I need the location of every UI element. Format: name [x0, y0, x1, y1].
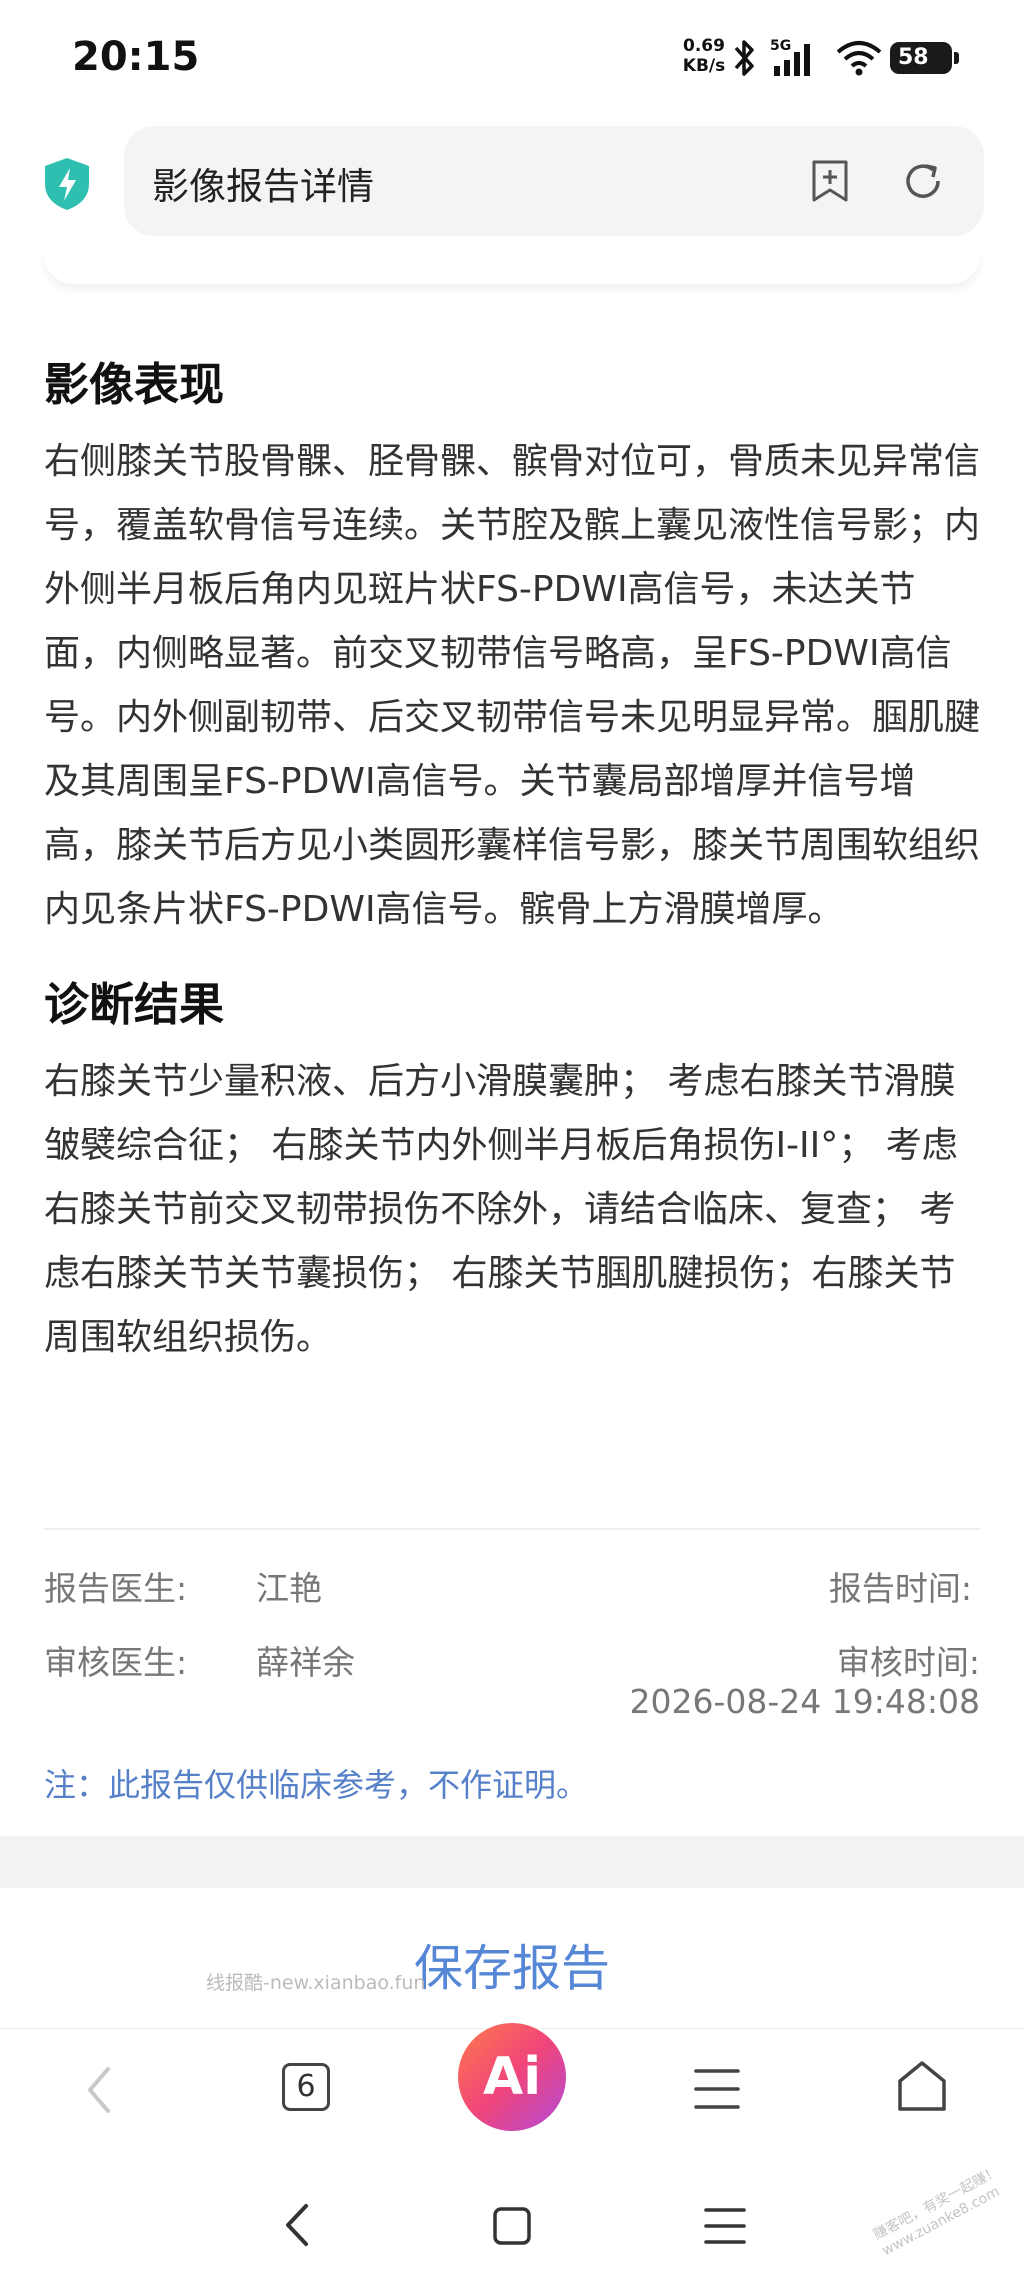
system-recents-icon[interactable] [704, 2206, 746, 2246]
report-doctor-name: 江艳 [256, 1569, 322, 1608]
save-area: 保存报告 线报酷-new.xianbao.fun [0, 1888, 1024, 2028]
network-speed: 0.69 KB/s [674, 36, 734, 76]
diagnosis-text: 右膝关节少量积液、后方小滑膜囊肿； 考虑右膝关节滑膜皱襞综合征； 右膝关节内外侧… [44, 1061, 958, 1358]
findings-text: 右侧膝关节股骨髁、胫骨髁、髌骨对位可，骨质未见异常信号，覆盖软骨信号连续。关节腔… [44, 441, 981, 930]
status-time: 20:15 [72, 34, 200, 80]
ai-assistant-button[interactable]: Ai [458, 2023, 566, 2131]
title-bar[interactable]: 影像报告详情 [124, 126, 984, 236]
disclaimer-note: 注：此报告仅供临床参考，不作证明。 [44, 1766, 589, 1804]
section-separator [0, 1836, 1024, 1888]
browser-toolbar: 6 Ai [0, 2023, 1024, 2158]
report-content: 影像表现 右侧膝关节股骨髁、胫骨髁、髌骨对位可，骨质未见异常信号，覆盖软骨信号连… [44, 350, 980, 1370]
battery-indicator: 58 [890, 42, 959, 74]
system-home-icon[interactable] [492, 2206, 532, 2246]
system-back-icon[interactable] [282, 2202, 312, 2248]
watermark-text: 线报酷-new.xianbao.fun [206, 1972, 426, 1994]
diagnosis-heading: 诊断结果 [44, 978, 225, 1031]
bluetooth-icon [734, 40, 754, 76]
status-bar: 20:15 0.69 KB/s 5G 58 [0, 0, 1024, 120]
review-doctor-label: 审核医生: [44, 1643, 188, 1682]
menu-icon[interactable] [694, 2067, 740, 2111]
network-speed-value: 0.69 [683, 36, 725, 56]
network-type-label: 5G [770, 38, 791, 54]
findings-heading: 影像表现 [44, 358, 225, 411]
report-time-label: 报告时间: [828, 1569, 972, 1608]
review-doctor-name: 薛祥余 [256, 1643, 355, 1682]
shield-bolt-icon[interactable] [42, 156, 92, 212]
report-doctor-label: 报告医生: [44, 1569, 188, 1608]
back-arrow-icon[interactable] [84, 2065, 114, 2115]
home-icon[interactable] [896, 2059, 948, 2113]
page-title: 影像报告详情 [152, 165, 374, 208]
review-time-label: 审核时间: [836, 1643, 980, 1682]
tab-count-button[interactable]: 6 [282, 2063, 330, 2111]
wifi-icon [836, 41, 882, 76]
findings-section: 影像表现 右侧膝关节股骨髁、胫骨髁、髌骨对位可，骨质未见异常信号，覆盖软骨信号连… [44, 350, 980, 942]
network-speed-unit: KB/s [682, 56, 726, 76]
system-navigation-bar [0, 2158, 1024, 2276]
cellular-signal-icon: 5G [770, 38, 810, 76]
diagnosis-section: 诊断结果 右膝关节少量积液、后方小滑膜囊肿； 考虑右膝关节滑膜皱襞综合征； 右膝… [44, 970, 980, 1370]
divider [44, 1528, 980, 1530]
refresh-icon[interactable] [900, 158, 946, 204]
bookmark-add-icon[interactable] [808, 158, 852, 204]
report-card-edge [44, 250, 980, 284]
review-time-value: 2026-08-24 19:48:08 [629, 1682, 980, 1721]
